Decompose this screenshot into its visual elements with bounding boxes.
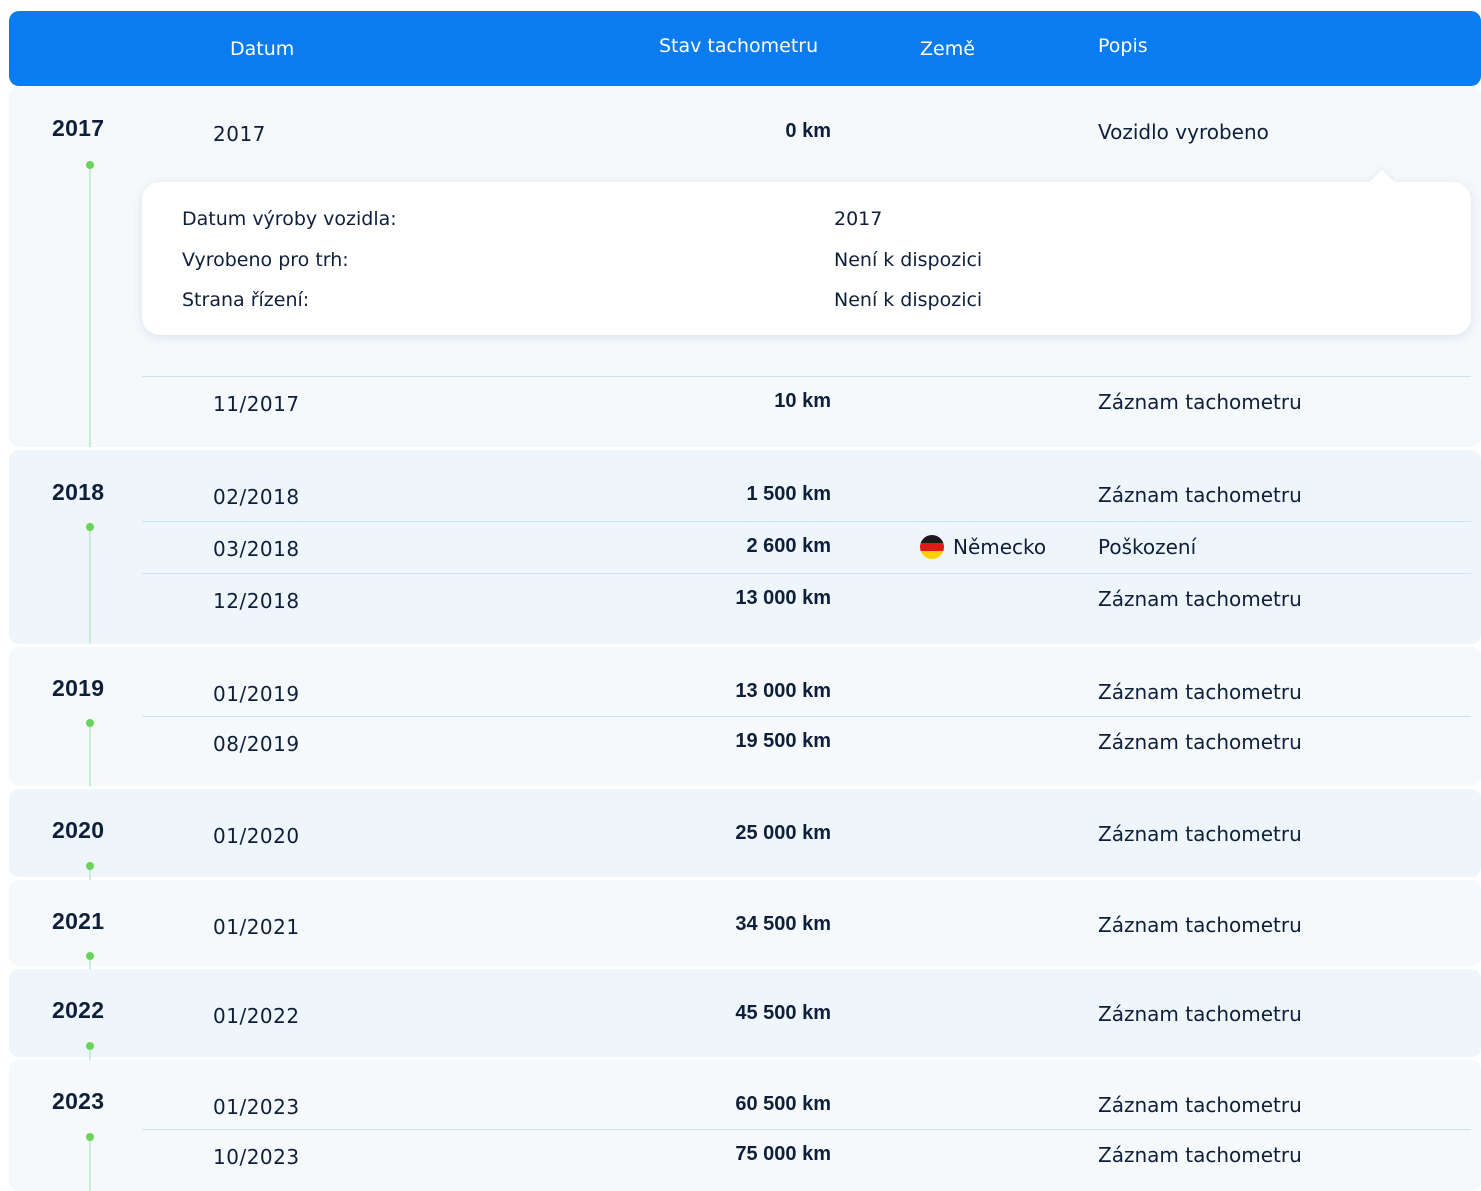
- row-description: Vozidlo vyrobeno: [1098, 120, 1269, 144]
- timeline-dot: [86, 161, 94, 169]
- row-odometer: 13 000 km: [735, 680, 831, 702]
- row-description: Záznam tachometru: [1098, 483, 1302, 507]
- row-date: 01/2020: [213, 824, 300, 848]
- row-description: Záznam tachometru: [1098, 390, 1302, 414]
- timeline-dot: [86, 719, 94, 727]
- row-description: Záznam tachometru: [1098, 587, 1302, 611]
- timeline-line: [89, 727, 91, 786]
- table-row[interactable]: 2017 0 km Vozidlo vyrobeno: [142, 107, 1471, 159]
- country-name: Německo: [953, 535, 1047, 559]
- table-row[interactable]: 01/2021 34 500 km Záznam tachometru: [142, 900, 1471, 952]
- table-header: Datum Stav tachometru Země Popis: [9, 11, 1481, 86]
- row-description: Záznam tachometru: [1098, 680, 1302, 704]
- year-group-2022: 2022 01/2022 45 500 km Záznam tachometru: [9, 969, 1481, 1077]
- row-date: 2017: [213, 122, 266, 146]
- column-header-country: Země: [920, 38, 975, 60]
- row-date: 10/2023: [213, 1145, 300, 1169]
- year-group-2023: 2023 01/2023 60 500 km Záznam tachometru…: [9, 1060, 1481, 1191]
- row-description: Záznam tachometru: [1098, 730, 1302, 754]
- table-row[interactable]: 03/2018 2 600 km Německo Poškození: [142, 521, 1471, 574]
- timeline-line: [89, 1141, 91, 1191]
- table-row[interactable]: 01/2020 25 000 km Záznam tachometru: [142, 809, 1471, 861]
- year-group-2018: 2018 02/2018 1 500 km Záznam tachometru …: [9, 450, 1481, 644]
- row-odometer: 60 500 km: [735, 1093, 831, 1115]
- row-date: 08/2019: [213, 732, 300, 756]
- row-date: 01/2022: [213, 1004, 300, 1028]
- row-date: 02/2018: [213, 485, 300, 509]
- row-description: Záznam tachometru: [1098, 1143, 1302, 1167]
- row-description: Záznam tachometru: [1098, 1093, 1302, 1117]
- row-odometer: 0 km: [785, 120, 831, 142]
- detail-value: 2017: [834, 208, 883, 230]
- timeline-line: [89, 169, 91, 447]
- year-group-2021: 2021 01/2021 34 500 km Záznam tachometru: [9, 880, 1481, 986]
- vehicle-details-popup: Datum výroby vozidla: 2017 Vyrobeno pro …: [142, 169, 1471, 335]
- year-label: 2017: [52, 115, 105, 141]
- germany-flag-icon: [920, 535, 944, 559]
- row-description: Záznam tachometru: [1098, 1002, 1302, 1026]
- timeline-line: [89, 531, 91, 644]
- year-label: 2019: [52, 675, 105, 701]
- table-row[interactable]: 01/2019 13 000 km Záznam tachometru: [142, 667, 1471, 719]
- year-label: 2021: [52, 908, 105, 934]
- timeline-dot: [86, 1042, 94, 1050]
- year-label: 2023: [52, 1088, 105, 1114]
- column-header-date: Datum: [230, 38, 295, 60]
- row-description: Poškození: [1098, 535, 1197, 559]
- table-row[interactable]: 02/2018 1 500 km Záznam tachometru: [142, 470, 1471, 522]
- timeline-dot: [86, 1133, 94, 1141]
- timeline-dot: [86, 862, 94, 870]
- row-odometer: 1 500 km: [746, 483, 831, 505]
- table-row[interactable]: 10/2023 75 000 km Záznam tachometru: [142, 1129, 1471, 1182]
- row-date: 01/2021: [213, 915, 300, 939]
- row-date: 11/2017: [213, 392, 300, 416]
- row-description: Záznam tachometru: [1098, 822, 1302, 846]
- row-odometer: 13 000 km: [735, 587, 831, 609]
- row-country: Německo: [920, 535, 1046, 559]
- row-date: 01/2019: [213, 682, 300, 706]
- timeline-dot: [86, 952, 94, 960]
- detail-label: Datum výroby vozidla:: [182, 208, 397, 230]
- row-odometer: 25 000 km: [735, 822, 831, 844]
- row-odometer: 2 600 km: [746, 535, 831, 557]
- row-date: 12/2018: [213, 589, 300, 613]
- table-row[interactable]: 11/2017 10 km Záznam tachometru: [142, 376, 1471, 429]
- row-odometer: 75 000 km: [735, 1143, 831, 1165]
- detail-label: Strana řízení:: [182, 289, 310, 311]
- row-odometer: 34 500 km: [735, 913, 831, 935]
- table-row[interactable]: 08/2019 19 500 km Záznam tachometru: [142, 716, 1471, 769]
- row-odometer: 10 km: [774, 390, 831, 412]
- year-group-2020: 2020 01/2020 25 000 km Záznam tachometru: [9, 789, 1481, 897]
- column-header-description: Popis: [1098, 35, 1148, 57]
- row-odometer: 45 500 km: [735, 1002, 831, 1024]
- row-odometer: 19 500 km: [735, 730, 831, 752]
- table-row[interactable]: 12/2018 13 000 km Záznam tachometru: [142, 573, 1471, 626]
- detail-value: Není k dispozici: [834, 249, 983, 271]
- detail-value: Není k dispozici: [834, 289, 983, 311]
- table-row[interactable]: 01/2023 60 500 km Záznam tachometru: [142, 1080, 1471, 1132]
- row-description: Záznam tachometru: [1098, 913, 1302, 937]
- table-row[interactable]: 01/2022 45 500 km Záznam tachometru: [142, 989, 1471, 1041]
- year-label: 2020: [52, 817, 105, 843]
- year-group-2019: 2019 01/2019 13 000 km Záznam tachometru…: [9, 647, 1481, 786]
- year-label: 2018: [52, 479, 105, 505]
- year-label: 2022: [52, 997, 105, 1023]
- column-header-odometer: Stav tachometru: [659, 35, 819, 57]
- row-date: 01/2023: [213, 1095, 300, 1119]
- detail-label: Vyrobeno pro trh:: [182, 249, 349, 271]
- row-date: 03/2018: [213, 537, 300, 561]
- timeline-dot: [86, 523, 94, 531]
